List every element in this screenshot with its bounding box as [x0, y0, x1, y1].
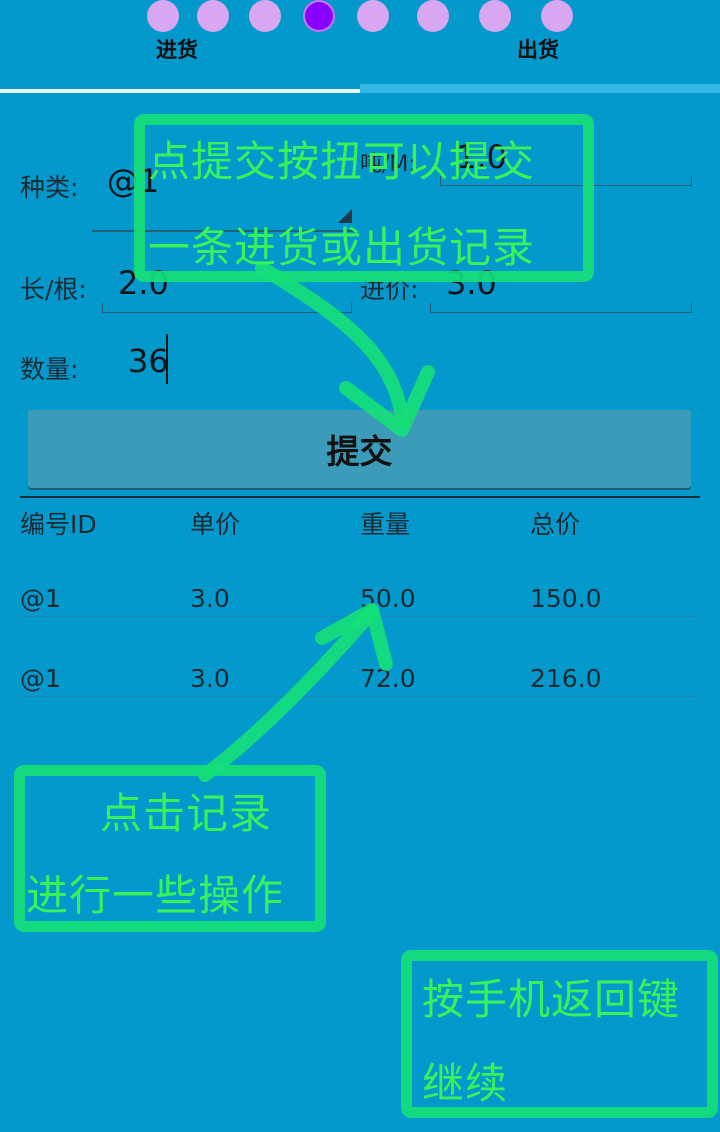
arrow-to-record: [198, 605, 379, 782]
annotation-submit-line2: 一条进货或出货记录: [148, 223, 536, 272]
annotation-back-line1: 按手机返回键: [422, 975, 681, 1024]
annotation-back-line2: 继续: [422, 1059, 509, 1108]
annotation-record-line2: 进行一些操作: [26, 871, 285, 920]
annotation-submit-line1: 点提交按扭可以提交: [148, 137, 536, 186]
arrow-to-submit: [255, 261, 409, 427]
annotation-record-line1: 点击记录: [100, 789, 273, 838]
